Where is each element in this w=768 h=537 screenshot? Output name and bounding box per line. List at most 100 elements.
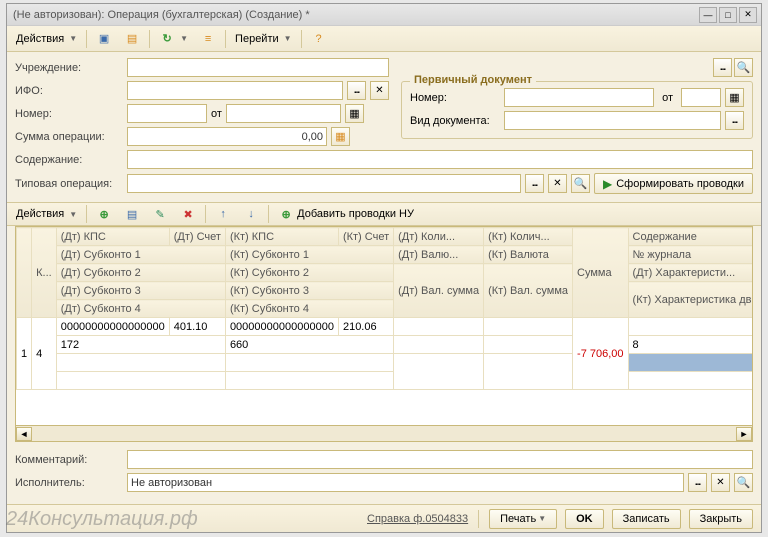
- ifo-label: ИФО:: [15, 85, 123, 97]
- scroll-left-button[interactable]: ◄: [16, 427, 32, 441]
- ifo-select-button[interactable]: ...: [347, 81, 366, 100]
- comment-input[interactable]: [127, 450, 753, 469]
- document-icon: ▣: [96, 31, 112, 47]
- help-icon: ?: [311, 31, 327, 47]
- copy-row-button[interactable]: ▤: [119, 204, 145, 224]
- content-label: Содержание:: [15, 154, 123, 166]
- institution-select-button[interactable]: ...: [713, 58, 732, 77]
- toolbar-btn-1[interactable]: ▣: [91, 29, 117, 49]
- institution-open-button[interactable]: 🔍: [734, 58, 753, 77]
- ifo-input[interactable]: [127, 81, 343, 100]
- reference-link[interactable]: Справка ф.0504833: [367, 513, 468, 525]
- pd-number-label: Номер:: [410, 92, 500, 104]
- grid-toolbar: Действия▼ ⊕ ▤ ✎ ✖ ↑ ↓ ⊕Добавить проводки…: [7, 202, 761, 226]
- actions-dropdown[interactable]: Действия▼: [11, 29, 82, 49]
- date-input[interactable]: [226, 104, 341, 123]
- main-toolbar: Действия▼ ▣ ▤ ↻▼ ≡ Перейти▼ ?: [7, 26, 761, 52]
- print-button[interactable]: Печать▼: [489, 509, 557, 529]
- calculator-icon: ▦: [335, 130, 345, 143]
- pd-number-input[interactable]: [504, 88, 654, 107]
- executor-open-button[interactable]: 🔍: [734, 473, 753, 492]
- toolbar-btn-2[interactable]: ▤: [119, 29, 145, 49]
- pd-doctype-input[interactable]: [504, 111, 721, 130]
- table-header-row: (Дт) Субконто 1 (Кт) Субконто 1 (Дт) Вал…: [17, 246, 754, 264]
- calendar-icon: ▦: [729, 91, 739, 104]
- table-header-row: К... (Дт) КПС (Дт) Счет (Кт) КПС (Кт) Сч…: [17, 228, 754, 246]
- help-button[interactable]: ?: [306, 29, 332, 49]
- table-row[interactable]: [17, 372, 754, 390]
- pd-date-input[interactable]: [681, 88, 721, 107]
- close-button[interactable]: ✕: [739, 7, 757, 23]
- copy-icon: ▤: [124, 206, 140, 222]
- footer: Справка ф.0504833 Печать▼ OK Записать За…: [7, 504, 761, 532]
- move-down-button[interactable]: ↓: [238, 204, 264, 224]
- save-button[interactable]: Записать: [612, 509, 681, 529]
- typical-open-button[interactable]: 🔍: [571, 174, 590, 193]
- pd-from-label: от: [662, 92, 673, 104]
- add-icon: ⊕: [96, 206, 112, 222]
- refresh-icon: ↻: [159, 31, 175, 47]
- typical-clear-button[interactable]: ✕: [548, 174, 567, 193]
- add-icon: ⊕: [278, 206, 294, 222]
- sum-label: Сумма операции:: [15, 131, 123, 143]
- sum-input[interactable]: 0,00: [127, 127, 327, 146]
- list-icon: ≡: [200, 31, 216, 47]
- toolbar-btn-4[interactable]: ≡: [195, 29, 221, 49]
- executor-clear-button[interactable]: ✕: [711, 473, 730, 492]
- primary-doc-title: Первичный документ: [410, 74, 536, 86]
- magnify-icon: 🔍: [737, 61, 751, 74]
- close-window-button[interactable]: Закрыть: [689, 509, 753, 529]
- comment-label: Комментарий:: [15, 454, 123, 466]
- up-icon: ↑: [215, 206, 231, 222]
- ifo-clear-button[interactable]: ✕: [370, 81, 389, 100]
- calendar-icon: ▦: [349, 107, 359, 120]
- typical-select-button[interactable]: ...: [525, 174, 544, 193]
- from-label: от: [211, 108, 222, 120]
- institution-input[interactable]: [127, 58, 389, 77]
- grid[interactable]: К... (Дт) КПС (Дт) Счет (Кт) КПС (Кт) Сч…: [15, 226, 753, 426]
- goto-dropdown[interactable]: Перейти▼: [230, 29, 297, 49]
- date-picker-button[interactable]: ▦: [345, 104, 364, 123]
- table-header-row: (Дт) Субконто 3 (Кт) Субконто 3 (Кт) Хар…: [17, 282, 754, 300]
- horizontal-scrollbar[interactable]: ◄ ►: [15, 426, 753, 442]
- toolbar-btn-3[interactable]: ↻▼: [154, 29, 193, 49]
- form-area: Учреждение: ИФО: ... ✕ Номер: от ▦: [7, 52, 761, 200]
- table-row[interactable]: 1 4 00000000000000000 401.10 00000000000…: [17, 318, 754, 336]
- window: (Не авторизован): Операция (бухгалтерска…: [6, 3, 762, 533]
- play-icon: ▶: [603, 177, 612, 191]
- pd-date-picker-button[interactable]: ▦: [725, 88, 744, 107]
- content-input[interactable]: [127, 150, 753, 169]
- executor-select-button[interactable]: ...: [688, 473, 707, 492]
- pencil-icon: ✎: [152, 206, 168, 222]
- executor-input[interactable]: Не авторизован: [127, 473, 684, 492]
- minimize-button[interactable]: —: [699, 7, 717, 23]
- typical-input[interactable]: [127, 174, 521, 193]
- maximize-button[interactable]: □: [719, 7, 737, 23]
- titlebar: (Не авторизован): Операция (бухгалтерска…: [7, 4, 761, 26]
- primary-doc-fieldset: Первичный документ Номер: от ▦ Вид докум…: [401, 81, 753, 139]
- move-up-button[interactable]: ↑: [210, 204, 236, 224]
- institution-label: Учреждение:: [15, 62, 123, 74]
- pd-doctype-select-button[interactable]: ...: [725, 111, 744, 130]
- folder-icon: ▤: [124, 31, 140, 47]
- down-icon: ↓: [243, 206, 259, 222]
- generate-button[interactable]: ▶ Сформировать проводки: [594, 173, 753, 194]
- add-nu-button[interactable]: ⊕Добавить проводки НУ: [273, 204, 419, 224]
- table-header-row: (Дт) Субконто 2 (Кт) Субконто 2 (Дт) Вал…: [17, 264, 754, 282]
- grid-actions-dropdown[interactable]: Действия▼: [11, 204, 82, 224]
- ok-button[interactable]: OK: [565, 509, 604, 529]
- typical-label: Типовая операция:: [15, 178, 123, 190]
- magnify-icon: 🔍: [737, 476, 751, 489]
- add-row-button[interactable]: ⊕: [91, 204, 117, 224]
- number-input[interactable]: [127, 104, 207, 123]
- table-row[interactable]: 172 660 8: [17, 336, 754, 354]
- magnify-icon: 🔍: [574, 177, 588, 190]
- scroll-right-button[interactable]: ►: [736, 427, 752, 441]
- edit-row-button[interactable]: ✎: [147, 204, 173, 224]
- table-row[interactable]: [17, 354, 754, 372]
- delete-row-button[interactable]: ✖: [175, 204, 201, 224]
- delete-icon: ✖: [180, 206, 196, 222]
- sum-calc-button[interactable]: ▦: [331, 127, 350, 146]
- window-title: (Не авторизован): Операция (бухгалтерска…: [11, 9, 699, 21]
- bottom-form: Комментарий: Исполнитель: Не авторизован…: [7, 442, 761, 500]
